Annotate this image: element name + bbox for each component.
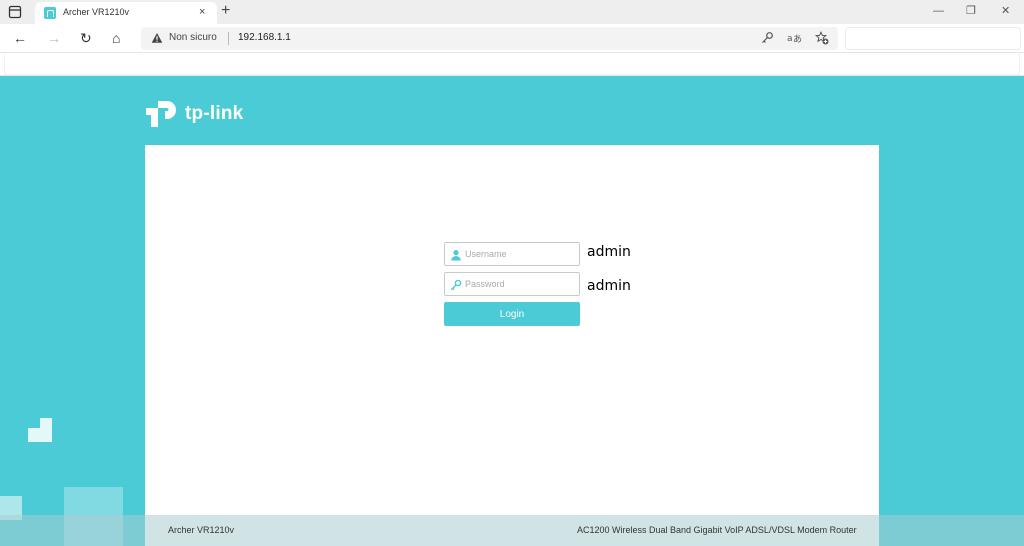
favorites-bar [0,53,1024,76]
back-button[interactable]: ← [13,30,27,46]
minimize-button[interactable]: — [933,4,944,18]
reload-button[interactable]: ↻ [80,30,92,46]
page-footer: Archer VR1210v AC1200 Wireless Dual Band… [0,515,1024,546]
brand-name: tp-link [185,103,244,124]
login-panel: admin admin Login [145,145,879,546]
tab-title: Archer VR1210v [63,7,130,17]
key-icon [450,278,462,291]
footer-model: Archer VR1210v [168,525,235,535]
restore-button[interactable]: ❐ [966,4,976,18]
password-annotation: admin [587,278,631,294]
browser-toolbar: ← → ↻ ⌂ Non sicuro 192.168.1.1 aあ [0,24,1024,53]
favorite-add-icon[interactable] [814,30,829,49]
router-login-page: tp-link admin admin Login Archer VR1210v… [0,76,1024,546]
decor-notch [28,418,40,428]
security-status[interactable]: Non sicuro [169,32,217,43]
password-field[interactable] [444,272,580,296]
username-annotation: admin [587,244,631,260]
home-button[interactable]: ⌂ [112,30,120,46]
username-field[interactable] [444,242,580,266]
footer-description: AC1200 Wireless Dual Band Gigabit VoIP A… [577,525,857,535]
tab-strip: Archer VR1210v × + — ❐ ✕ [0,0,1024,24]
tplink-logo-mark-icon [146,101,176,127]
password-input[interactable] [465,276,575,292]
favorites-strip [4,53,1020,75]
address-divider [228,32,229,45]
url-text[interactable]: 192.168.1.1 [238,32,291,43]
warning-icon[interactable] [151,31,163,43]
tab-actions-icon[interactable] [8,5,22,19]
translate-icon[interactable]: aあ [787,31,802,48]
forward-button[interactable]: → [47,30,61,46]
svg-text:a: a [787,34,793,44]
tab-close-icon[interactable]: × [199,6,205,18]
close-window-button[interactable]: ✕ [1001,4,1010,18]
tplink-logo: tp-link [145,93,255,131]
browser-extension-area[interactable] [845,27,1021,50]
new-tab-button[interactable]: + [221,2,230,20]
address-bar[interactable]: Non sicuro 192.168.1.1 aあ [141,27,838,50]
browser-tab-active[interactable]: Archer VR1210v × [35,2,217,24]
username-input[interactable] [465,246,575,262]
key-icon[interactable] [761,31,774,48]
tplink-favicon-icon [44,7,56,19]
user-icon [450,248,462,261]
svg-text:あ: あ [793,34,802,44]
login-button[interactable]: Login [444,302,580,326]
